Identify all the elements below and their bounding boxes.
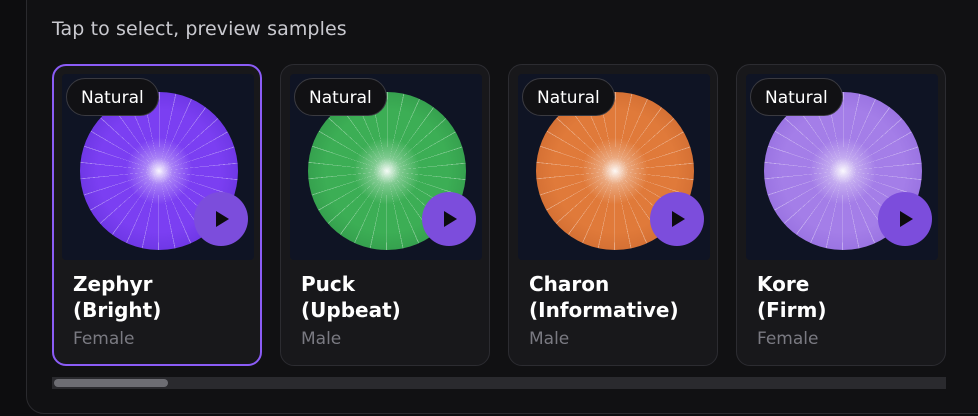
- voice-gender: Female: [757, 329, 819, 349]
- play-sample-button[interactable]: [422, 192, 476, 246]
- voice-gender: Male: [529, 329, 570, 349]
- instruction-text: Tap to select, preview samples: [52, 18, 347, 40]
- voice-art: Natural: [746, 74, 938, 260]
- play-sample-button[interactable]: [194, 192, 248, 246]
- voice-art: Natural: [290, 74, 482, 260]
- play-icon: [900, 211, 913, 227]
- play-icon: [216, 211, 229, 227]
- play-icon: [444, 211, 457, 227]
- play-icon: [672, 211, 685, 227]
- voice-card-list: Natural Zephyr (Bright) Female Natural P…: [52, 64, 946, 366]
- voice-name: Charon (Informative): [529, 272, 679, 322]
- voice-art: Natural: [518, 74, 710, 260]
- scrollbar-thumb[interactable]: [54, 379, 168, 387]
- voice-card-kore[interactable]: Natural Kore (Firm) Female: [736, 64, 946, 366]
- voice-card-zephyr[interactable]: Natural Zephyr (Bright) Female: [52, 64, 262, 366]
- natural-badge: Natural: [522, 78, 615, 116]
- horizontal-scrollbar[interactable]: [52, 377, 946, 389]
- voice-art: Natural: [62, 74, 254, 260]
- voice-name: Puck (Upbeat): [301, 272, 401, 322]
- voice-name: Zephyr (Bright): [73, 272, 162, 322]
- voice-name: Kore (Firm): [757, 272, 827, 322]
- natural-badge: Natural: [66, 78, 159, 116]
- voice-card-puck[interactable]: Natural Puck (Upbeat) Male: [280, 64, 490, 366]
- play-sample-button[interactable]: [878, 192, 932, 246]
- natural-badge: Natural: [294, 78, 387, 116]
- voice-gender: Male: [301, 329, 342, 349]
- natural-badge: Natural: [750, 78, 843, 116]
- play-sample-button[interactable]: [650, 192, 704, 246]
- voice-card-charon[interactable]: Natural Charon (Informative) Male: [508, 64, 718, 366]
- voice-gender: Female: [73, 329, 135, 349]
